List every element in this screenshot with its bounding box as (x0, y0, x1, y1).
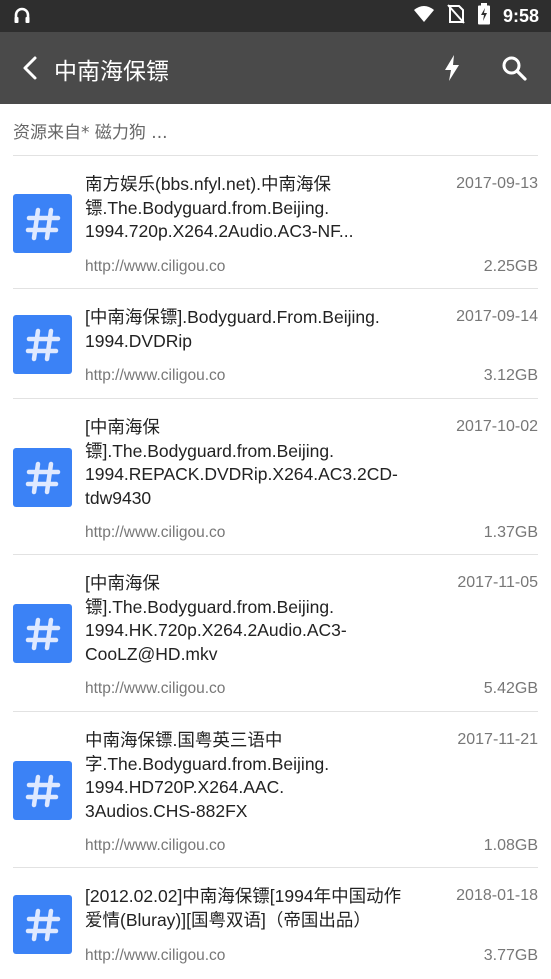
item-name-line: 3Audios.CHS-882FX (85, 800, 248, 821)
item-name-line: 字.The.Bodyguard.from.Beijing. (85, 753, 330, 774)
divider (13, 711, 538, 712)
hash-icon (13, 761, 72, 820)
item-name-line: [中南海保 (85, 573, 160, 593)
item-url: http://www.ciligou.co (85, 258, 226, 275)
item-url: http://www.ciligou.co (85, 837, 226, 854)
item-name-line: 南方娱乐(bbs.nfyl.net).中南海保 (85, 174, 332, 194)
hash-icon (13, 315, 72, 374)
item-size: 5.42GB (483, 680, 538, 697)
item-date: 2018-01-18 (456, 887, 538, 904)
clock: 9:58 (502, 5, 539, 26)
item-name-line: tdw9430 (85, 487, 152, 508)
item-name-line: [中南海保 (85, 417, 160, 437)
search-icon (502, 56, 527, 81)
back-arrow-icon (23, 56, 37, 80)
item-name-line: 1994.HD720P.X264.AAC. (85, 777, 285, 797)
item-name-line: 1994.HK.720p.X264.2Audio.AC3- (85, 620, 347, 640)
item-size: 2.25GB (483, 258, 538, 275)
item-name: [2012.02.02]中南海保镖[1994年中国动作 爱情(Bluray)][国… (85, 885, 425, 932)
item-url: http://www.ciligou.co (85, 680, 226, 697)
list-item[interactable]: [2012.02.02]中南海保镖[1994年中国动作 爱情(Bluray)][国… (0, 869, 551, 979)
item-name-line: CooLZ@HD.mkv (85, 643, 218, 664)
list-item[interactable]: 南方娱乐(bbs.nfyl.net).中南海保 镖.The.Bodyguard.f… (0, 157, 551, 289)
item-date: 2017-11-21 (457, 731, 538, 748)
list-item[interactable]: [中南海保镖].The.Bodyguard.from.Beijing. 1994.… (0, 556, 551, 712)
item-url: http://www.ciligou.co (85, 524, 226, 541)
item-size: 3.12GB (483, 367, 538, 384)
hash-icon (13, 895, 72, 954)
item-name-line: 1994.720p.X264.2Audio.AC3-NF... (85, 221, 354, 241)
source-label: 资源来自* 磁力狗 ... (13, 123, 168, 143)
divider (13, 155, 538, 156)
item-date: 2017-09-13 (456, 175, 538, 192)
item-name-line: 镖].The.Bodyguard.from.Beijing. (85, 440, 335, 461)
item-name-line: 1994.REPACK.DVDRip.X264.AC3.2CD- (85, 464, 398, 484)
wifi-icon (413, 5, 435, 27)
bolt-icon (445, 55, 459, 81)
item-name: 中南海保镖.国粤英三语中字.The.Bodyguard.from.Beijing… (85, 729, 425, 823)
divider (13, 288, 538, 289)
item-name-line: 中南海保镖.国粤英三语中 (85, 730, 283, 750)
item-name-line: [中南海保镖].Bodyguard.From.Beijing. (85, 307, 380, 327)
item-url: http://www.ciligou.co (85, 367, 226, 384)
back-button[interactable] (12, 50, 48, 86)
item-name: [中南海保镖].The.Bodyguard.from.Beijing. 1994.… (85, 572, 425, 666)
hash-icon (13, 194, 72, 253)
item-date: 2017-09-14 (456, 308, 538, 325)
page-title: 中南海保镖 (54, 59, 169, 85)
item-date: 2017-11-05 (457, 574, 538, 591)
item-size: 1.37GB (483, 524, 538, 541)
item-name-line: 爱情(Bluray)][国粤双语]（帝国出品） (85, 909, 371, 930)
list-item[interactable]: 中南海保镖.国粤英三语中字.The.Bodyguard.from.Beijing… (0, 713, 551, 868)
item-name-line: [2012.02.02]中南海保镖[1994年中国动作 (85, 886, 402, 906)
item-name: [中南海保镖].Bodyguard.From.Beijing. 1994.DVDR… (85, 306, 425, 353)
item-name-line: 镖].The.Bodyguard.from.Beijing. (85, 596, 335, 617)
bolt-button[interactable] (434, 50, 470, 86)
hash-icon (13, 448, 72, 507)
item-size: 3.77GB (483, 947, 538, 964)
divider (13, 398, 538, 399)
search-button[interactable] (496, 50, 532, 86)
list-item[interactable]: [中南海保镖].Bodyguard.From.Beijing. 1994.DVDR… (0, 290, 551, 399)
status-bar: 9:58 (0, 0, 551, 32)
item-url: http://www.ciligou.co (85, 947, 226, 964)
no-sim-icon (447, 4, 465, 28)
list-item[interactable]: [中南海保镖].The.Bodyguard.from.Beijing. 1994.… (0, 400, 551, 555)
item-size: 1.08GB (483, 837, 538, 854)
divider (13, 867, 538, 868)
battery-charging-icon (477, 3, 491, 29)
divider (13, 554, 538, 555)
item-name-line: 镖.The.Bodyguard.from.Beijing. (85, 197, 330, 218)
item-date: 2017-10-02 (456, 418, 538, 435)
app-bar: 中南海保镖 (0, 32, 551, 104)
item-name-line: 1994.DVDRip (85, 330, 192, 351)
item-name: [中南海保镖].The.Bodyguard.from.Beijing. 1994.… (85, 416, 425, 510)
headset-icon (12, 6, 32, 26)
item-name: 南方娱乐(bbs.nfyl.net).中南海保 镖.The.Bodyguard.f… (85, 173, 425, 244)
hash-icon (13, 604, 72, 663)
